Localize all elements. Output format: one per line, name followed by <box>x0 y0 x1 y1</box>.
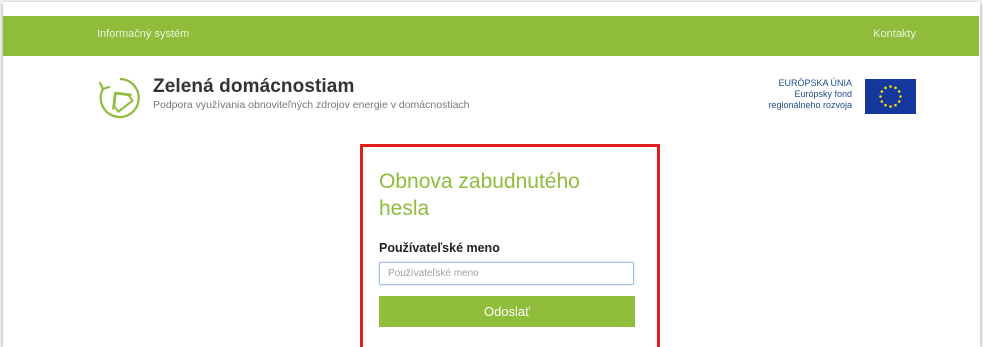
top-navigation-bar: Informačný systém Kontakty <box>3 16 979 56</box>
eu-star-icon <box>884 86 887 90</box>
username-input[interactable] <box>379 262 634 285</box>
eu-line-1: EURÓPSKA ÚNIA <box>778 78 852 88</box>
eu-star-icon <box>894 86 897 90</box>
eu-star-icon <box>899 95 902 98</box>
nav-link-contacts[interactable]: Kontakty <box>873 28 916 40</box>
submit-button[interactable]: Odoslať <box>379 296 635 327</box>
site-subtitle: Podpora využívania obnoviteľných zdrojov… <box>153 99 470 111</box>
username-label: Používateľské meno <box>379 241 500 255</box>
password-recovery-card: Obnova zabudnutého hesla Používateľské m… <box>360 144 660 347</box>
eu-star-icon <box>889 105 892 108</box>
eu-flag-icon <box>865 79 916 114</box>
eu-badge-text: EURÓPSKA ÚNIA Európsky fond regionálneho… <box>768 78 852 111</box>
eu-star-icon <box>897 100 901 103</box>
eu-line-2: Európsky fond <box>794 89 852 99</box>
eu-star-icon <box>879 95 882 98</box>
eu-star-icon <box>897 90 901 93</box>
eu-star-icon <box>880 100 884 103</box>
eu-line-3: regionálneho rozvoja <box>768 100 852 110</box>
eu-star-icon <box>884 103 887 107</box>
eu-star-icon <box>894 103 897 107</box>
eu-star-icon <box>889 85 892 88</box>
house-arrow-cycle-icon[interactable] <box>97 75 143 121</box>
eu-star-icon <box>880 90 884 93</box>
browser-screenshot: Informačný systém Kontakty Zelená domácn… <box>3 2 980 347</box>
nav-link-information-system[interactable]: Informačný systém <box>97 28 189 40</box>
site-title: Zelená domácnostiam <box>153 76 355 97</box>
form-title: Obnova zabudnutého hesla <box>379 170 580 220</box>
